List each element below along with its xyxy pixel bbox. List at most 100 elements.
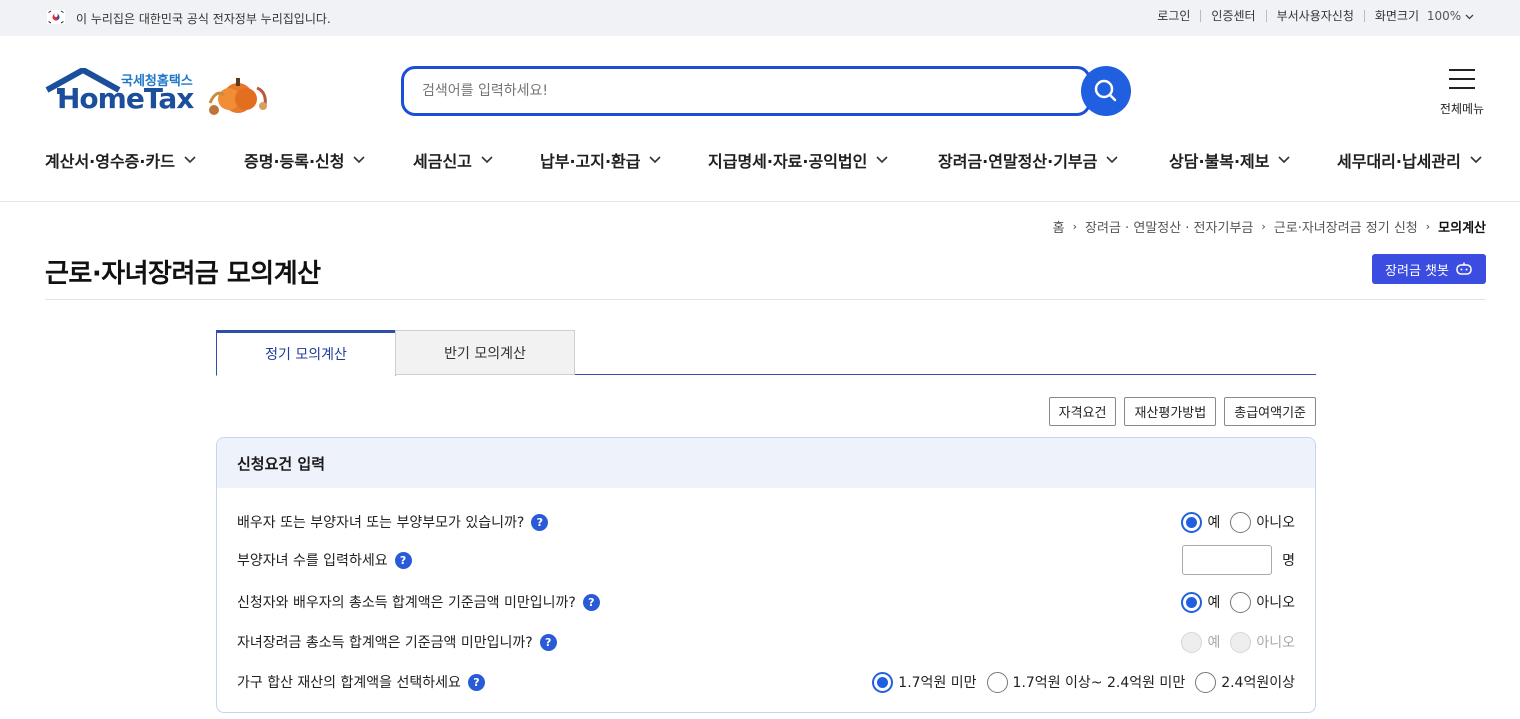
- radio-label: 아니오: [1256, 635, 1295, 651]
- radio-yes[interactable]: 예: [1181, 591, 1221, 613]
- question-text: 부양자녀 수를 입력하세요: [237, 553, 388, 569]
- help-icon[interactable]: ?: [531, 513, 549, 531]
- zoom-label: 화면크기: [1374, 9, 1420, 23]
- question: 가구 합산 재산의 합계액을 선택하세요 ?: [237, 672, 485, 692]
- nav-item-certificate[interactable]: 증명·등록·신청: [244, 148, 366, 172]
- question: 자녀장려금 총소득 합계액은 기준금액 미만입니까? ?: [237, 632, 557, 652]
- radio-under-1-7[interactable]: 1.7억원 미만: [872, 671, 977, 693]
- korea-flag-icon: [47, 10, 65, 24]
- radio-circle: [1230, 631, 1252, 653]
- help-icon[interactable]: ?: [394, 551, 412, 569]
- radio-no[interactable]: 아니오: [1230, 511, 1295, 533]
- search-input[interactable]: [422, 79, 1062, 103]
- radio-circle[interactable]: [1195, 671, 1217, 693]
- breadcrumb-apply[interactable]: 근로·자녀장려금 정기 신청: [1274, 217, 1418, 236]
- zoom-value: 100%: [1426, 9, 1462, 23]
- hometax-logo[interactable]: 국세청홈택스 HomeTax: [45, 67, 285, 120]
- asset-method-button[interactable]: 재산평가방법: [1124, 397, 1217, 426]
- radio-group: 1.7억원 미만 1.7억원 이상~ 2.4억원 미만 2.4억원이상: [862, 670, 1295, 694]
- chevron-right-icon: ›: [1261, 220, 1266, 233]
- nav-label: 상담·불복·제보: [1169, 152, 1270, 171]
- login-link[interactable]: 로그인: [1147, 10, 1202, 22]
- help-icon[interactable]: ?: [467, 673, 485, 691]
- breadcrumb-incentive[interactable]: 장려금 · 연말정산 · 전자기부금: [1085, 217, 1253, 236]
- search-button[interactable]: [1081, 66, 1131, 116]
- nav-item-invoice[interactable]: 계산서·영수증·카드: [45, 148, 196, 172]
- tab-regular[interactable]: 정기 모의계산: [216, 330, 396, 376]
- number-input-group: 명: [1182, 545, 1295, 575]
- radio-circle[interactable]: [1230, 591, 1252, 613]
- question-text: 배우자 또는 부양자녀 또는 부양부모가 있습니까?: [237, 515, 525, 531]
- radio-group: 예 아니오: [1171, 630, 1295, 654]
- radio-circle[interactable]: [1181, 591, 1203, 613]
- breadcrumb-current: 모의계산: [1438, 221, 1486, 236]
- nav-item-statement[interactable]: 지급명세·자료·공익법인: [708, 148, 888, 172]
- nav-divider: [0, 201, 1520, 202]
- nav-label: 증명·등록·신청: [244, 152, 345, 171]
- nav-item-incentive[interactable]: 장려금·연말정산·기부금: [938, 148, 1118, 172]
- radio-circle[interactable]: [1181, 511, 1203, 533]
- nav-item-agent[interactable]: 세무대리·납세관리: [1337, 148, 1482, 172]
- radio-group: 예 아니오: [1171, 590, 1295, 614]
- radio-over-2-4[interactable]: 2.4억원이상: [1195, 671, 1295, 693]
- salary-criteria-button[interactable]: 총급여액기준: [1224, 397, 1316, 426]
- utility-links: 로그인 인증센터 부서사용자신청 화면크기 100%: [1147, 10, 1484, 22]
- unit-label: 명: [1282, 553, 1295, 569]
- child-count-input[interactable]: [1182, 545, 1273, 575]
- gov-notice: 이 누리집은 대한민국 공식 전자정부 누리집입니다.: [76, 12, 331, 26]
- chatbot-icon: [1456, 262, 1472, 275]
- chevron-down-icon: [353, 156, 366, 164]
- panel-title: 신청요건 입력: [217, 438, 1315, 488]
- help-icon[interactable]: ?: [539, 633, 557, 651]
- breadcrumb: 홈 › 장려금 · 연말정산 · 전자기부금 › 근로·자녀장려금 정기 신청 …: [1053, 217, 1486, 236]
- question-row-dependents: 배우자 또는 부양자녀 또는 부양부모가 있습니까? ? 예 아니오: [237, 510, 1295, 534]
- nav-item-payment[interactable]: 납부·고지·환급: [540, 148, 662, 172]
- radio-label: 아니오: [1256, 515, 1295, 531]
- dept-user-link[interactable]: 부서사용자신청: [1267, 10, 1365, 22]
- radio-no: 아니오: [1230, 631, 1295, 653]
- question-text: 가구 합산 재산의 합계액을 선택하세요: [237, 675, 461, 691]
- question-row-assets: 가구 합산 재산의 합계액을 선택하세요 ? 1.7억원 미만 1.7억원 이상…: [237, 670, 1295, 694]
- nav-label: 지급명세·자료·공익법인: [708, 152, 868, 171]
- radio-circle[interactable]: [1230, 511, 1252, 533]
- nav-item-tax-return[interactable]: 세금신고: [413, 148, 493, 172]
- radio-no[interactable]: 아니오: [1230, 591, 1295, 613]
- chevron-down-icon: [481, 156, 493, 164]
- radio-yes: 예: [1181, 631, 1221, 653]
- nav-item-consult[interactable]: 상담·불복·제보: [1169, 148, 1291, 172]
- chevron-down-icon: [1106, 156, 1118, 164]
- zoom-control[interactable]: 화면크기 100%: [1365, 10, 1484, 22]
- question-row-couple-income: 신청자와 배우자의 총소득 합계액은 기준금액 미만입니까? ? 예 아니오: [237, 590, 1295, 614]
- radio-label: 예: [1207, 595, 1221, 611]
- radio-circle: [1181, 631, 1203, 653]
- radio-circle[interactable]: [986, 671, 1008, 693]
- all-menu-label: 전체메뉴: [1439, 102, 1485, 116]
- chatbot-label: 장려금 챗봇: [1385, 263, 1449, 279]
- tab-half-year[interactable]: 반기 모의계산: [395, 330, 575, 375]
- radio-label: 예: [1207, 635, 1221, 651]
- chevron-down-icon: [1465, 14, 1474, 20]
- question-text: 신청자와 배우자의 총소득 합계액은 기준금액 미만입니까?: [237, 595, 576, 611]
- cert-center-link[interactable]: 인증센터: [1201, 10, 1267, 22]
- help-icon[interactable]: ?: [582, 593, 600, 611]
- nav-label: 세금신고: [413, 152, 472, 171]
- chatbot-button[interactable]: 장려금 챗봇: [1372, 254, 1486, 284]
- radio-yes[interactable]: 예: [1181, 511, 1220, 533]
- chevron-down-icon: [1278, 156, 1291, 164]
- chevron-down-icon: [184, 156, 196, 164]
- nav-label: 세무대리·납세관리: [1337, 152, 1461, 171]
- info-buttons: 자격요건 재산평가방법 총급여액기준: [1048, 397, 1316, 426]
- calc-tabs: 정기 모의계산 반기 모의계산: [216, 330, 1316, 376]
- radio-circle[interactable]: [872, 671, 894, 693]
- question-text: 자녀장려금 총소득 합계액은 기준금액 미만입니까?: [237, 635, 533, 651]
- global-nav: 계산서·영수증·카드 증명·등록·신청 세금신고 납부·고지·환급 지급명세·자…: [45, 148, 1495, 174]
- radio-1-7-to-2-4[interactable]: 1.7억원 이상~ 2.4억원 미만: [986, 671, 1186, 693]
- breadcrumb-home[interactable]: 홈: [1053, 217, 1065, 236]
- question-row-child-income: 자녀장려금 총소득 합계액은 기준금액 미만입니까? ? 예 아니오: [237, 630, 1295, 654]
- chevron-right-icon: ›: [1072, 220, 1078, 233]
- chevron-right-icon: ›: [1425, 220, 1431, 233]
- question: 부양자녀 수를 입력하세요 ?: [237, 550, 412, 570]
- all-menu-button[interactable]: 전체메뉴: [1430, 66, 1494, 116]
- radio-label: 1.7억원 이상~ 2.4억원 미만: [1012, 675, 1186, 691]
- eligibility-button[interactable]: 자격요건: [1048, 397, 1117, 426]
